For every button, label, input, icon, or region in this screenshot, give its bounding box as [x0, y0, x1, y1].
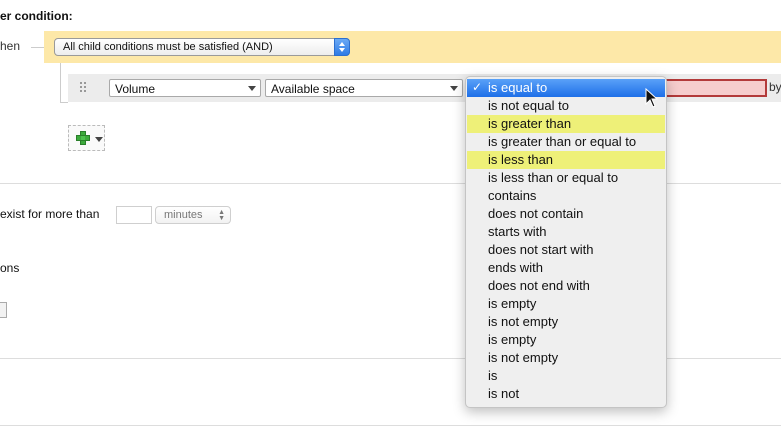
operator-option[interactable]: ✓ is equal to	[467, 79, 665, 97]
operator-option[interactable]: is	[467, 367, 665, 385]
exist-label: exist for more than	[0, 207, 100, 221]
operator-option[interactable]: is not empty	[467, 349, 665, 367]
operator-option[interactable]: is greater than	[467, 115, 665, 133]
attribute-select-value: Available space	[271, 82, 355, 96]
section-title: er condition:	[0, 9, 73, 23]
operator-option-label: is not equal to	[488, 98, 569, 113]
connector-line	[31, 47, 45, 48]
duration-unit-value: minutes	[164, 209, 203, 221]
operator-option-label: is empty	[488, 296, 537, 311]
operator-dropdown-menu[interactable]: ✓ is equal to is not equal to is greater th…	[465, 76, 667, 408]
operator-option-label: is not empty	[488, 314, 559, 329]
field-select-value: Volume	[115, 82, 156, 96]
operator-option[interactable]: ends with	[467, 259, 665, 277]
operator-option-label: is empty	[488, 332, 537, 347]
when-label: hen	[0, 39, 21, 53]
chevron-down-icon	[248, 86, 256, 91]
checkmark-icon: ✓	[472, 80, 483, 94]
exist-duration-input[interactable]	[116, 206, 152, 224]
attribute-select[interactable]: Available space	[265, 79, 463, 97]
operator-option[interactable]: is not	[467, 385, 665, 403]
operator-option-label: is greater than or equal to	[488, 134, 637, 149]
logic-select[interactable]: All child conditions must be satisfied (…	[54, 38, 350, 56]
operator-option-label: is less than	[488, 152, 554, 167]
operator-option[interactable]: is not equal to	[467, 97, 665, 115]
operator-option[interactable]: does not contain	[467, 205, 665, 223]
operator-option[interactable]: does not end with	[467, 277, 665, 295]
suffix-label: by	[769, 80, 781, 94]
operator-option-label: does not contain	[488, 206, 584, 221]
operator-option[interactable]: is empty	[467, 331, 665, 349]
operator-option-label: is less than or equal to	[488, 170, 619, 185]
tree-line	[60, 63, 61, 103]
operator-option[interactable]: is greater than or equal to	[467, 133, 665, 151]
select-stepper-icon: ▲ ▼	[218, 209, 225, 222]
operator-option-label: is greater than	[488, 116, 572, 131]
ons-label: ons	[0, 261, 20, 275]
divider	[0, 425, 781, 426]
operator-option-label: is not empty	[488, 350, 559, 365]
duration-unit-select[interactable]: minutes ▲ ▼	[155, 206, 231, 224]
partial-button[interactable]	[0, 302, 7, 318]
drag-handle-icon[interactable]	[80, 82, 88, 94]
operator-option[interactable]: is less than or equal to	[467, 169, 665, 187]
rule-value-input[interactable]	[655, 79, 767, 97]
add-plus-icon-core	[81, 136, 85, 140]
chevron-down-icon	[450, 86, 458, 91]
operator-option-label: starts with	[488, 224, 547, 239]
select-stepper-icon	[334, 38, 350, 56]
chevron-down-icon	[95, 137, 103, 142]
operator-option-label: is not	[488, 386, 520, 401]
logic-select-value: All child conditions must be satisfied (…	[63, 41, 273, 53]
operator-option-label: contains	[488, 188, 537, 203]
operator-option-label: ends with	[488, 260, 543, 275]
field-select[interactable]: Volume	[109, 79, 261, 97]
operator-option[interactable]: is not empty	[467, 313, 665, 331]
tree-line	[60, 102, 68, 103]
mouse-cursor-icon	[645, 88, 659, 108]
operator-option[interactable]: starts with	[467, 223, 665, 241]
operator-option[interactable]: does not start with	[467, 241, 665, 259]
operator-option-label: is	[488, 368, 498, 383]
operator-option-label: does not start with	[488, 242, 594, 257]
operator-option[interactable]: is empty	[467, 295, 665, 313]
operator-option[interactable]: contains	[467, 187, 665, 205]
operator-option-label: is equal to	[488, 80, 548, 95]
add-condition-button[interactable]	[68, 125, 105, 151]
operator-option[interactable]: is less than	[467, 151, 665, 169]
operator-option-label: does not end with	[488, 278, 590, 293]
